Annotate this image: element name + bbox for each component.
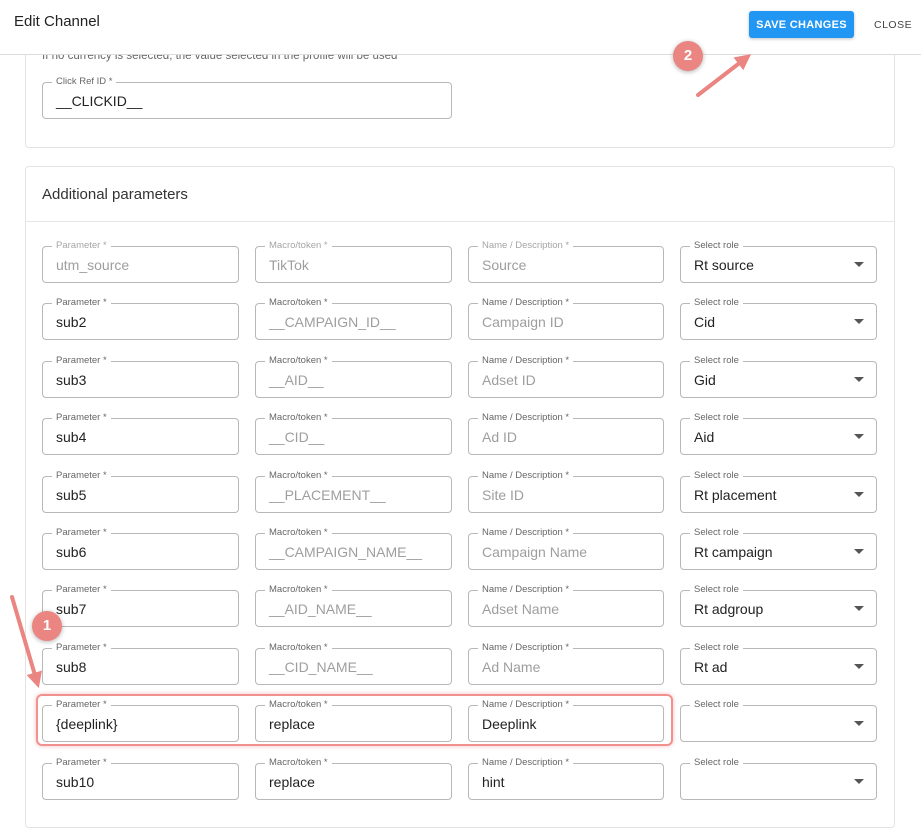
- arrow-to-save-button: [696, 54, 752, 97]
- step-2-badge: 2: [673, 41, 703, 71]
- annotation-arrows: [10, 54, 752, 689]
- step-1-badge: 1: [32, 611, 62, 641]
- arrow-to-deeplink-row: [10, 595, 42, 689]
